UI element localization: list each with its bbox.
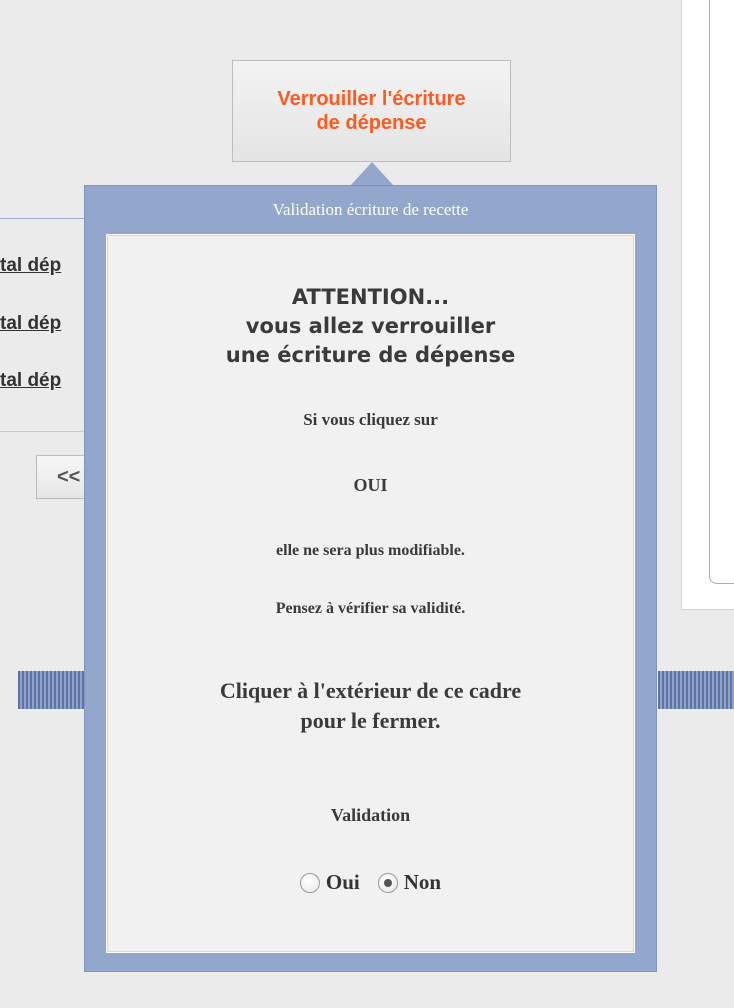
lock-expense-entry-button[interactable]: Verrouiller l'écriture de dépense: [232, 60, 511, 162]
lock-button-label-line2: de dépense: [316, 112, 427, 134]
popup-body: ATTENTION... vous allez verrouiller une …: [106, 234, 635, 953]
attention-line-1: ATTENTION...: [291, 285, 450, 309]
right-panel: [681, 0, 734, 610]
check-validity-text: Pensez à vérifier sa validité.: [275, 600, 466, 617]
close-hint-text: Cliquer à l'extérieur de ce cadre pour l…: [107, 676, 634, 736]
close-hint-line-2: pour le fermer.: [300, 708, 441, 733]
lock-button-label-line1: Verrouiller l'écriture: [277, 88, 466, 110]
close-hint-line-1: Cliquer à l'extérieur de ce cadre: [219, 678, 522, 703]
validation-radio-group: Oui Non: [107, 870, 634, 895]
validation-popup: Validation écriture de recette ATTENTION…: [84, 185, 657, 972]
popup-pointer-arrow: [350, 162, 394, 186]
yes-caps-text: OUI: [353, 475, 388, 495]
footer-stripe-left: [18, 671, 88, 709]
footer-stripe-right: [658, 671, 734, 709]
radio-oui-label: Oui: [325, 870, 360, 894]
attention-line-3: une écriture de dépense: [225, 343, 516, 367]
if-you-click-text: Si vous cliquez sur: [303, 410, 438, 429]
radio-oui[interactable]: Oui: [299, 870, 360, 895]
attention-message: ATTENTION... vous allez verrouiller une …: [107, 283, 634, 370]
right-panel-frame: [709, 0, 734, 584]
radio-non-label: Non: [403, 870, 442, 894]
no-longer-editable-text: elle ne sera plus modifiable.: [276, 542, 465, 559]
radio-non[interactable]: Non: [377, 870, 442, 895]
radio-oui-circle[interactable]: [299, 872, 320, 893]
radio-non-circle[interactable]: [377, 872, 398, 893]
popup-title: Validation écriture de recette: [272, 200, 469, 219]
validation-label: Validation: [330, 805, 411, 825]
attention-line-2: vous allez verrouiller: [245, 314, 496, 338]
